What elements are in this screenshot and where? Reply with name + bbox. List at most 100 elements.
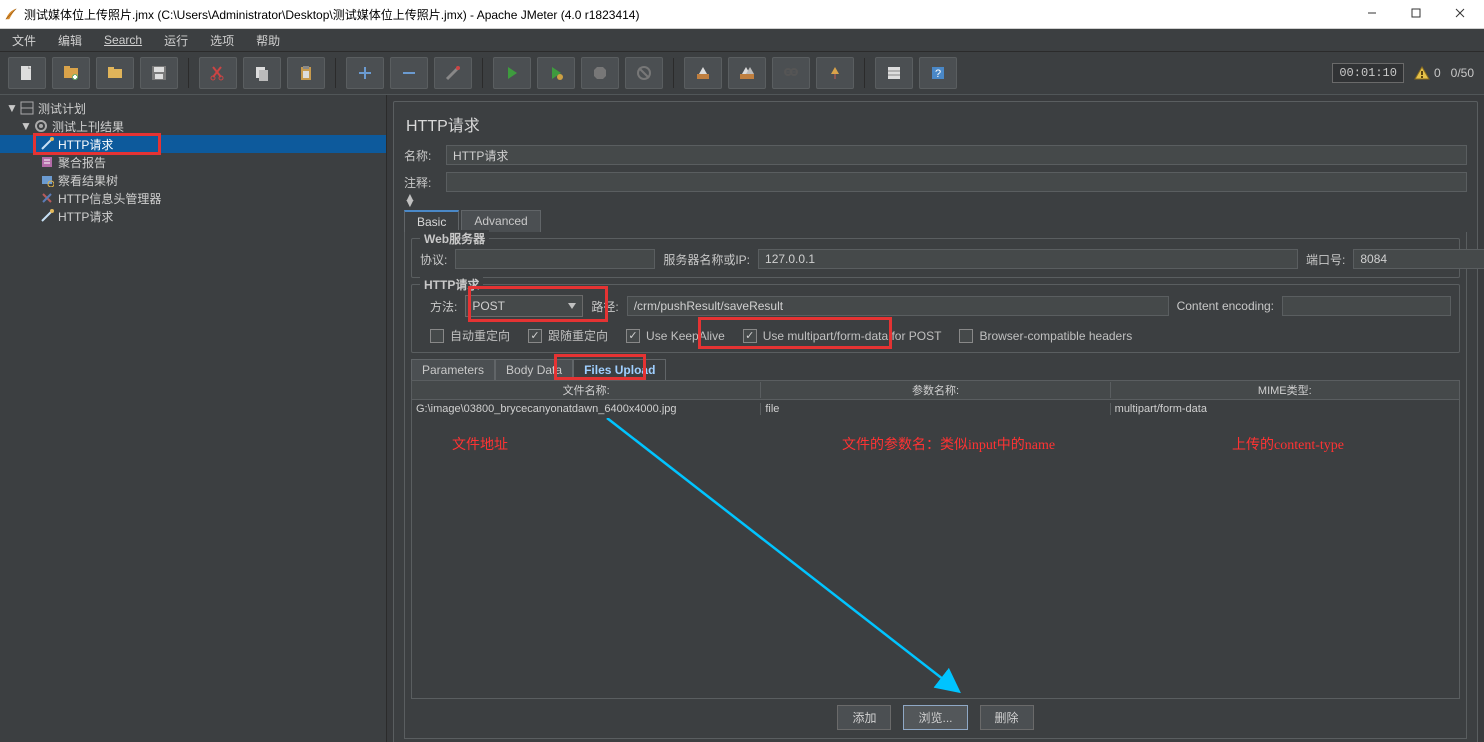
tree-http-request[interactable]: HTTP请求	[0, 135, 386, 153]
function-helper-button[interactable]	[875, 57, 913, 89]
td-paramname[interactable]: file	[761, 403, 1110, 415]
tab-body-data[interactable]: Body Data	[495, 359, 573, 380]
start-button[interactable]	[493, 57, 531, 89]
stop-button[interactable]	[581, 57, 619, 89]
chk-keepalive[interactable]: Use KeepAlive	[626, 329, 725, 343]
browse-button[interactable]: 浏览...	[903, 705, 967, 730]
open-button[interactable]	[96, 57, 134, 89]
app-icon	[4, 7, 18, 21]
comment-label: 注释:	[404, 174, 440, 191]
tab-advanced[interactable]: Advanced	[461, 210, 540, 232]
server-label: 服务器名称或IP:	[663, 251, 750, 268]
menu-options[interactable]: 选项	[204, 30, 240, 51]
comment-input[interactable]	[446, 172, 1467, 192]
menu-file[interactable]: 文件	[6, 30, 42, 51]
right-panel: HTTP请求 名称: 注释: ▲▼ Basic Advanced Web服务器	[387, 95, 1484, 742]
clear-button[interactable]	[684, 57, 722, 89]
copy-button[interactable]	[243, 57, 281, 89]
files-table: 文件名称: 参数名称: MIME类型: G:\image\03800_bryce…	[411, 380, 1460, 699]
panel-title: HTTP请求	[404, 110, 1467, 142]
protocol-input[interactable]	[455, 249, 655, 269]
http-request-group: HTTP请求 方法: POST 路径: Content encoding:	[411, 284, 1460, 353]
td-mimetype[interactable]: multipart/form-data	[1111, 403, 1459, 415]
table-body[interactable]: 文件地址 文件的参数名：类似input中的name 上传的content-typ…	[412, 418, 1459, 698]
chk-auto-redirect[interactable]: 自动重定向	[430, 327, 510, 344]
spinner-icon[interactable]: ▲▼	[404, 194, 416, 206]
tree-header-manager[interactable]: HTTP信息头管理器	[0, 189, 386, 207]
window-controls	[1350, 0, 1482, 26]
th-paramname[interactable]: 参数名称:	[761, 382, 1110, 398]
header-mgr-icon	[40, 191, 54, 205]
table-row[interactable]: G:\image\03800_brycecanyonatdawn_6400x40…	[412, 400, 1459, 418]
test-plan-tree[interactable]: ▼ 测试计划 ▼ 测试上刊结果 HTTP请求 聚合报告 察看结果树 HTTP信息…	[0, 95, 387, 742]
tab-parameters[interactable]: Parameters	[411, 359, 495, 380]
delete-button[interactable]: 删除	[980, 705, 1034, 730]
chevron-down-icon	[568, 303, 576, 309]
main-split: ▼ 测试计划 ▼ 测试上刊结果 HTTP请求 聚合报告 察看结果树 HTTP信息…	[0, 95, 1484, 742]
clear-all-button[interactable]	[728, 57, 766, 89]
menu-help[interactable]: 帮助	[250, 30, 286, 51]
port-label: 端口号:	[1306, 251, 1345, 268]
menu-run[interactable]: 运行	[158, 30, 194, 51]
save-button[interactable]	[140, 57, 178, 89]
chk-multipart[interactable]: Use multipart/form-data for POST	[743, 329, 942, 343]
shutdown-button[interactable]	[625, 57, 663, 89]
config-tabs: Basic Advanced	[404, 210, 1467, 232]
th-filename[interactable]: 文件名称:	[412, 382, 761, 398]
add-button[interactable]: 添加	[837, 705, 891, 730]
tree-aggregate[interactable]: 聚合报告	[0, 153, 386, 171]
port-input[interactable]	[1353, 249, 1484, 269]
chk-browser-compat[interactable]: Browser-compatible headers	[959, 329, 1132, 343]
max-button[interactable]	[1394, 0, 1438, 26]
server-input[interactable]	[758, 249, 1298, 269]
tree-hdr-label: HTTP信息头管理器	[58, 190, 161, 207]
checkbox-icon	[743, 329, 757, 343]
templates-button[interactable]	[52, 57, 90, 89]
annotation-text: 文件的参数名：类似input中的name	[842, 434, 1055, 454]
name-input[interactable]	[446, 145, 1467, 165]
collapse-button[interactable]	[390, 57, 428, 89]
tab-basic[interactable]: Basic	[404, 210, 459, 232]
th-mimetype[interactable]: MIME类型:	[1111, 382, 1459, 398]
paste-button[interactable]	[287, 57, 325, 89]
arrow-annotation	[412, 418, 1459, 698]
tree-view-results[interactable]: 察看结果树	[0, 171, 386, 189]
toolbar: ? 00:01:10 0 0/50	[0, 52, 1484, 95]
toolbar-status: 00:01:10 0 0/50	[1332, 63, 1474, 83]
warning-counter[interactable]: 0	[1414, 65, 1441, 81]
menu-edit[interactable]: 编辑	[52, 30, 88, 51]
path-input[interactable]	[627, 296, 1169, 316]
svg-text:?: ?	[935, 68, 941, 80]
search-tree-button[interactable]	[772, 57, 810, 89]
cut-button[interactable]	[199, 57, 237, 89]
expand-button[interactable]	[346, 57, 384, 89]
close-button[interactable]	[1438, 0, 1482, 26]
new-button[interactable]	[8, 57, 46, 89]
toggle-button[interactable]	[434, 57, 472, 89]
web-group-title: Web服务器	[420, 230, 489, 247]
reset-search-button[interactable]	[816, 57, 854, 89]
min-button[interactable]	[1350, 0, 1394, 26]
tab-files-upload[interactable]: Files Upload	[573, 359, 666, 380]
tree-http-request-2[interactable]: HTTP请求	[0, 207, 386, 225]
method-combo[interactable]: POST	[465, 295, 583, 317]
path-label: 路径:	[591, 298, 618, 315]
method-label: 方法:	[430, 298, 457, 315]
start-no-timers-button[interactable]	[537, 57, 575, 89]
menu-search[interactable]: Search	[98, 31, 148, 49]
help-button[interactable]: ?	[919, 57, 957, 89]
menubar: 文件 编辑 Search 运行 选项 帮助	[0, 29, 1484, 52]
tree-http-label: HTTP请求	[58, 136, 113, 153]
warning-count: 0	[1434, 66, 1441, 80]
sampler-icon	[40, 137, 54, 151]
thread-count: 0/50	[1451, 66, 1474, 80]
td-filename[interactable]: G:\image\03800_brycecanyonatdawn_6400x40…	[412, 403, 761, 415]
elapsed-time: 00:01:10	[1332, 63, 1404, 83]
checkbox-icon	[430, 329, 444, 343]
test-plan-icon	[20, 101, 34, 115]
encoding-input[interactable]	[1282, 296, 1451, 316]
chk-follow-redirect[interactable]: 跟随重定向	[528, 327, 608, 344]
tree-root[interactable]: ▼ 测试计划	[0, 99, 386, 117]
name-label: 名称:	[404, 147, 440, 164]
tree-threadgroup[interactable]: ▼ 测试上刊结果	[0, 117, 386, 135]
